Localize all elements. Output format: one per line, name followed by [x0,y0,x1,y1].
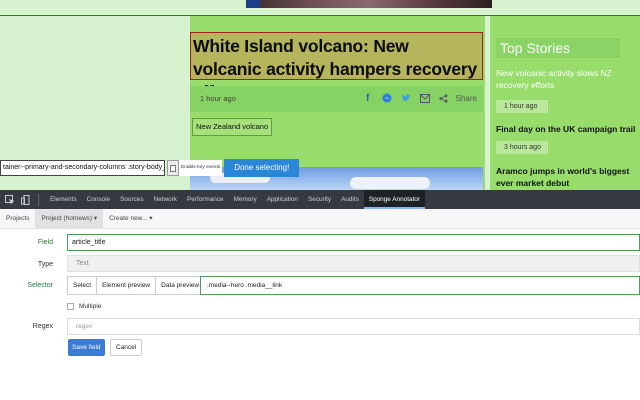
type-select[interactable]: Text [67,255,640,272]
toolbar-divider [38,193,39,206]
facebook-icon[interactable]: f [361,91,375,105]
top-banner-image [246,0,492,8]
tab-elements[interactable]: Elements [45,190,82,209]
article-timestamp: 1 hour ago [200,94,236,103]
multiple-option: Multiple [67,303,101,310]
tab-console[interactable]: Console [82,190,115,209]
top-story-link[interactable]: New volcanic activity slows NZ recovery … [496,67,636,91]
article-headline[interactable]: White Island volcano: New volcanic activ… [190,32,483,102]
devtools-tab-bar: Elements Console Sources Network Perform… [0,190,640,209]
screen: White Island volcano: New volcanic activ… [0,0,640,400]
tab-performance[interactable]: Performance [182,190,229,209]
tab-sponge-annotator[interactable]: Sponge Annotator [363,190,425,209]
share-tools: f Share [361,91,477,105]
select-button[interactable]: Select [67,276,98,295]
share-icon[interactable] [437,91,451,105]
annotator-nav: Projects Project (hotnews) ▾ Create new.… [0,209,640,229]
selector-input[interactable]: .media--hero .media__link [200,276,640,295]
inspect-element-icon[interactable] [4,194,16,206]
messenger-icon[interactable] [380,91,394,105]
tab-sources[interactable]: Sources [115,190,148,209]
done-selecting-button[interactable]: Done selecting! [224,159,300,177]
top-story-time: 1 hour ago [496,100,548,113]
top-stories-title: Top Stories [496,38,620,58]
top-story-link[interactable]: Final day on the UK campaign trail [496,123,636,135]
enable-key-events-checkbox[interactable] [167,160,179,176]
selector-button-group: Select Element preview Data preview [67,276,206,295]
regex-input[interactable]: regex [67,318,640,335]
topic-tag[interactable]: New Zealand volcano [192,118,273,136]
twitter-icon[interactable] [399,91,413,105]
field-name-input[interactable]: article_title [67,234,640,251]
field-label: Field [37,239,53,246]
save-field-button[interactable]: Save field [68,339,105,356]
top-story-link[interactable]: Aramco jumps in world's biggest ever mar… [496,165,636,189]
data-preview-button[interactable]: Data preview [155,276,206,295]
projects-tab[interactable]: Projects [0,209,35,228]
share-label[interactable]: Share [456,94,477,103]
email-icon[interactable] [418,91,432,105]
cancel-button[interactable]: Cancel [110,339,143,356]
tab-network[interactable]: Network [149,190,182,209]
enable-key-events-label: Enable key events [179,160,223,176]
project-dropdown[interactable]: Project (hotnews) ▾ [35,209,104,228]
tab-audits[interactable]: Audits [336,190,364,209]
tab-application[interactable]: Application [262,190,303,209]
selector-toolbar: tainer--primary-and-secondary-columns .s… [0,158,300,178]
article-meta-row: 1 hour ago f Share [190,86,483,112]
device-toolbar-icon[interactable] [20,194,32,206]
top-story-time: 3 hours ago [496,141,548,154]
type-label: Type [37,261,53,268]
regex-label: Regex [32,323,53,330]
selector-label: Selector [27,282,53,289]
tab-memory[interactable]: Memory [229,190,262,209]
css-selector-input[interactable]: tainer--primary-and-secondary-columns .s… [0,160,165,176]
multiple-checkbox[interactable] [67,303,74,310]
multiple-label: Multiple [79,303,102,310]
tab-security[interactable]: Security [303,190,336,209]
create-new-dropdown[interactable]: Create new... ▾ [103,209,158,228]
element-preview-button[interactable]: Element preview [96,276,157,295]
